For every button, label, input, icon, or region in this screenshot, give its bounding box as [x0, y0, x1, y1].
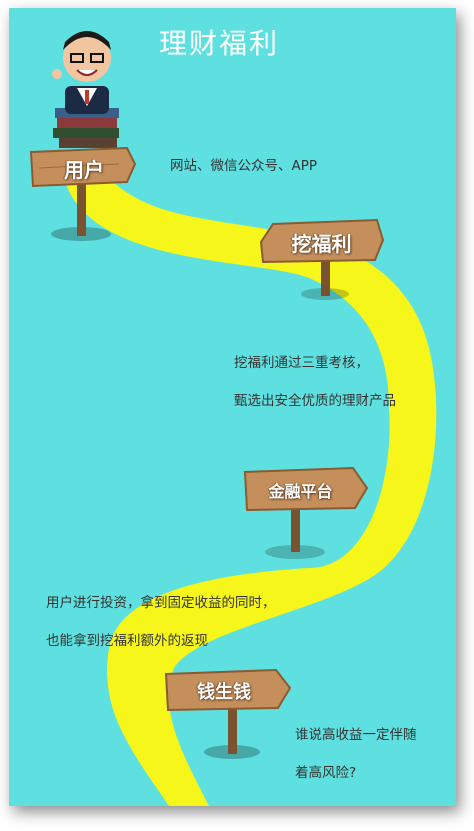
sign-label: 钱生钱 [197, 682, 251, 703]
sign-label: 用户 [64, 158, 104, 182]
sign-label: 挖福利 [291, 232, 352, 256]
step-description: 着高风险? [295, 765, 357, 781]
step-description: 挖福利通过三重考核， [234, 355, 369, 371]
sign-label: 金融平台 [268, 482, 333, 501]
poster: 理财福利 用户 网站、微信公众号、APP 挖福利 挖福利通过三重考核， 甄选出安… [9, 8, 456, 806]
step-description: 用户进行投资，拿到固定收益的同时， [46, 595, 276, 611]
page-title: 理财福利 [159, 27, 280, 60]
step-description: 谁说高收益一定伴随 [295, 727, 417, 743]
step-description: 网站、微信公众号、APP [170, 158, 318, 174]
signpost-financial-platform: 金融平台 [243, 466, 373, 566]
businessman-on-books-icon [52, 31, 119, 148]
step-description: 甄选出安全优质的理财产品 [234, 393, 396, 409]
signpost-wafuli: 挖福利 [259, 218, 385, 318]
signpost-money: 钱生钱 [164, 668, 294, 768]
signpost-user: 用户 [29, 144, 139, 254]
step-description: 也能拿到挖福利额外的返现 [46, 633, 208, 649]
